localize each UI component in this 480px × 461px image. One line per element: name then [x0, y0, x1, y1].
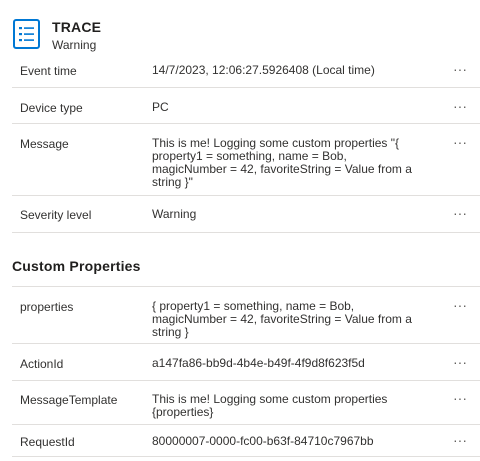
custom-properties-table: properties { property1 = something, name…	[12, 286, 480, 457]
details-row-event-time: Event time 14/7/2023, 12:06:27.5926408 (…	[12, 57, 480, 88]
custom-row-properties: properties { property1 = something, name…	[12, 286, 480, 344]
row-key: Device type	[20, 101, 83, 115]
row-value: This is me! Logging some custom properti…	[152, 392, 388, 419]
row-value: PC	[152, 100, 169, 114]
more-options-icon[interactable]: ···	[452, 433, 468, 449]
details-row-device-type: Device type PC ···	[12, 88, 480, 124]
row-key: Message	[20, 137, 69, 151]
row-key: Severity level	[20, 208, 92, 222]
page-title: TRACE	[52, 19, 102, 35]
more-options-icon[interactable]: ···	[452, 355, 468, 371]
more-options-icon[interactable]: ···	[452, 206, 468, 222]
more-options-icon[interactable]: ···	[452, 298, 468, 314]
row-key: ActionId	[20, 357, 64, 371]
row-key: properties	[20, 300, 74, 314]
more-options-icon[interactable]: ···	[452, 99, 468, 115]
row-key: Event time	[20, 64, 77, 78]
list-icon	[13, 19, 40, 49]
details-table: Event time 14/7/2023, 12:06:27.5926408 (…	[12, 57, 480, 233]
details-row-message: Message This is me! Logging some custom …	[12, 124, 480, 196]
row-key: RequestId	[20, 435, 75, 449]
custom-row-messagetemplate: MessageTemplate This is me! Logging some…	[12, 381, 480, 425]
custom-row-actionid: ActionId a147fa86-bb9d-4b4e-b49f-4f9d8f6…	[12, 344, 480, 381]
more-options-icon[interactable]: ···	[452, 391, 468, 407]
row-value: 14/7/2023, 12:06:27.5926408 (Local time)	[152, 63, 375, 77]
custom-row-requestid: RequestId 80000007-0000-fc00-b63f-84710c…	[12, 425, 480, 457]
row-value: This is me! Logging some custom properti…	[152, 136, 412, 189]
more-options-icon[interactable]: ···	[452, 62, 468, 78]
page-subtitle: Warning	[52, 38, 97, 52]
row-value: { property1 = something, name = Bob, mag…	[152, 299, 412, 339]
row-value: a147fa86-bb9d-4b4e-b49f-4f9d8f623f5d	[152, 356, 365, 370]
section-title-custom-properties: Custom Properties	[12, 258, 141, 274]
details-row-severity-level: Severity level Warning ···	[12, 196, 480, 233]
trace-header: TRACE Warning	[12, 18, 101, 58]
row-value: 80000007-0000-fc00-b63f-84710c7967bb	[152, 434, 374, 448]
row-value: Warning	[152, 207, 197, 221]
more-options-icon[interactable]: ···	[452, 135, 468, 151]
row-key: MessageTemplate	[20, 393, 118, 407]
